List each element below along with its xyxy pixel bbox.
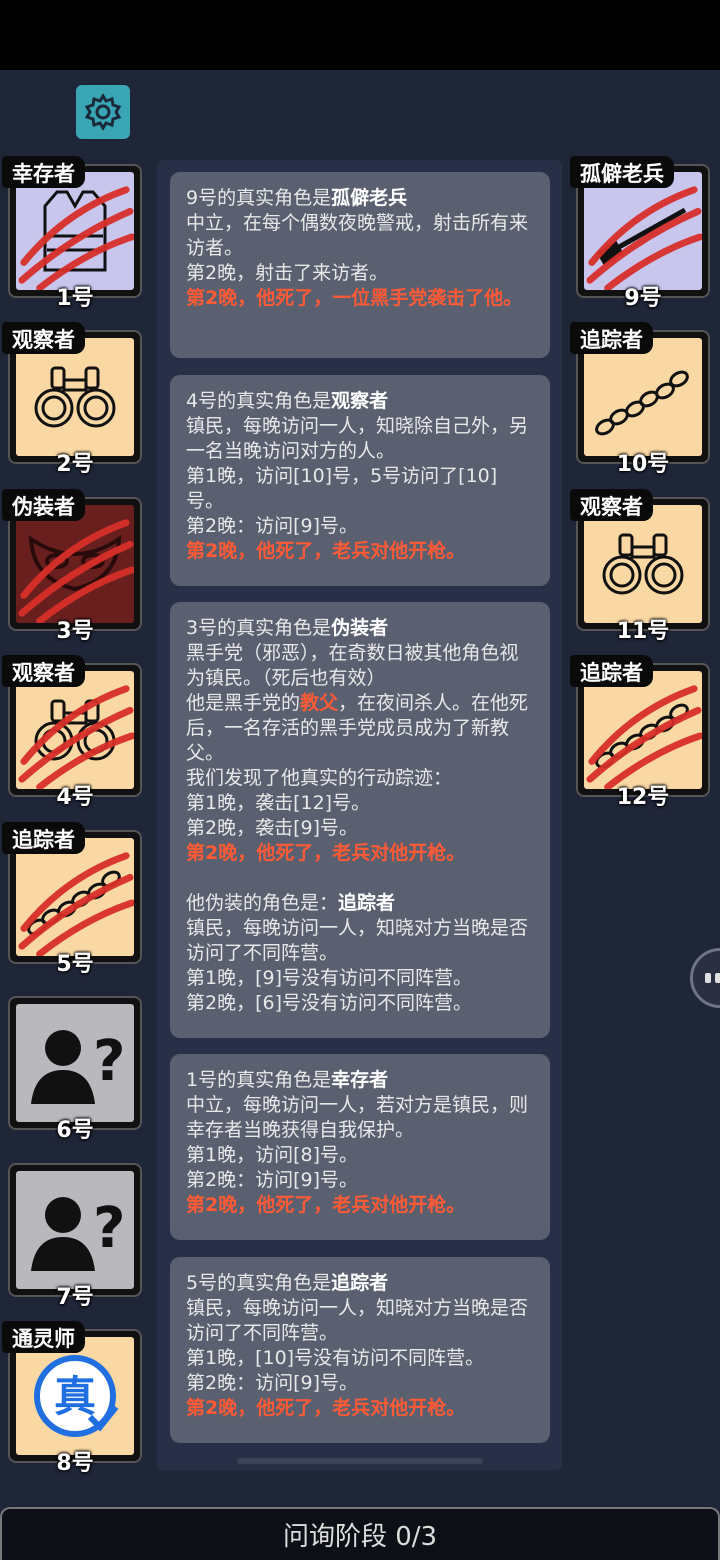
seat-number: 9号 [624, 286, 662, 311]
role-tag: 追踪者 [570, 655, 653, 687]
mask-icon [16, 505, 134, 623]
unknown-person-icon: ? [31, 1196, 123, 1271]
role-tag: 伪装者 [2, 489, 85, 521]
phase-bar: 问询阶段 0/3 [0, 1507, 720, 1560]
seat-number: 5号 [56, 952, 94, 977]
status-bar [0, 0, 720, 70]
player-card-right-1[interactable]: 追踪者 10号 [570, 322, 710, 477]
player-card-right-3[interactable]: 追踪者 12号 [570, 655, 710, 810]
seat-number: 10号 [616, 452, 670, 477]
reveal-message-1: 1号的真实角色是幸存者 中立，每晚访问一人，若对方是镇民，则幸存者当晚获得自我保… [170, 1054, 550, 1240]
card-frame: ? [8, 996, 142, 1130]
seat-number: 12号 [616, 785, 670, 810]
rifle-icon [584, 172, 702, 290]
claw-slash-icon [18, 519, 134, 623]
player-card-left-1[interactable]: 观察者 2号 [2, 322, 142, 477]
reveal-message-3: 3号的真实角色是伪装者 黑手党（邪恶），在奇数日被其他角色视为镇民。（死后也有效… [170, 602, 550, 1038]
player-card-left-2[interactable]: 伪装者 3号 [2, 489, 142, 644]
gear-icon [84, 93, 122, 131]
seat-number: 4号 [56, 785, 94, 810]
claw-slash-icon [586, 685, 702, 789]
role-tag: 追踪者 [570, 322, 653, 354]
player-card-left-4[interactable]: 追踪者 5号 [2, 822, 142, 977]
svg-text:?: ? [93, 1029, 123, 1094]
player-card-right-2[interactable]: 观察者 11号 [570, 489, 710, 644]
unknown-person-icon: ? [16, 1171, 134, 1289]
claw-slash-icon [18, 186, 134, 290]
footprints-icon [584, 338, 702, 456]
player-card-left-6[interactable]: ? 7号 [2, 1163, 142, 1310]
footprints-icon [584, 671, 702, 789]
phase-label: 问询阶段 0/3 [282, 1522, 438, 1552]
role-tag: 观察者 [570, 489, 653, 521]
binoculars-icon [16, 671, 134, 789]
player-card-left-7[interactable]: 真 通灵师 8号 [2, 1321, 142, 1476]
binoculars-icon [602, 533, 684, 595]
unknown-person-icon: ? [16, 1004, 134, 1122]
player-card-left-3[interactable]: 观察者 4号 [2, 655, 142, 810]
svg-text:?: ? [93, 1196, 123, 1261]
card-frame: ? [8, 1163, 142, 1297]
claw-slash-icon [586, 186, 702, 290]
role-tag: 幸存者 [2, 156, 85, 188]
player-card-left-5[interactable]: ? 6号 [2, 996, 142, 1143]
seat-number: 2号 [56, 452, 94, 477]
settings-button[interactable] [76, 85, 130, 139]
footprints-icon [16, 838, 134, 956]
vest-icon [16, 172, 134, 290]
player-card-right-0[interactable]: 孤僻老兵 9号 [570, 156, 710, 311]
seat-number: 7号 [56, 1285, 94, 1310]
role-tag: 通灵师 [2, 1321, 85, 1353]
chat-eye-right [715, 973, 720, 983]
chat-eye-left [705, 973, 711, 983]
seat-number: 6号 [56, 1118, 94, 1143]
unknown-person-icon: ? [31, 1029, 123, 1104]
footprints-icon [595, 370, 689, 436]
reveal-message-5: 5号的真实角色是追踪者 镇民，每晚访问一人，知晓对方当晚是否访问了不同阵营。 第… [170, 1257, 550, 1443]
reveal-message-4: 4号的真实角色是观察者 镇民，每晚访问一人，知晓除自己外，另一名当晚访问对方的人… [170, 375, 550, 586]
claw-slash-icon [18, 852, 134, 956]
chat-bubble-button[interactable] [690, 948, 720, 1008]
player-card-left-0[interactable]: 幸存者 1号 [2, 156, 142, 311]
log-scrollbar[interactable] [237, 1458, 483, 1464]
role-tag: 孤僻老兵 [570, 156, 674, 188]
role-tag: 观察者 [2, 655, 85, 687]
verified-true-badge-icon: 真 [16, 1337, 134, 1455]
role-tag: 追踪者 [2, 822, 85, 854]
svg-text:真: 真 [54, 1372, 96, 1421]
seat-number: 8号 [56, 1451, 94, 1476]
binoculars-icon [584, 505, 702, 623]
reveal-message-9: 9号的真实角色是孤僻老兵 中立，在每个偶数夜晚警戒，射击所有来访者。 第2晚，射… [170, 172, 550, 358]
seat-number: 3号 [56, 619, 94, 644]
binoculars-icon [16, 338, 134, 456]
verified-true-badge-icon: 真 [34, 1355, 119, 1437]
role-tag: 观察者 [2, 322, 85, 354]
claw-slash-icon [18, 685, 134, 789]
seat-number: 1号 [56, 286, 94, 311]
seat-number: 11号 [616, 619, 670, 644]
binoculars-icon [34, 366, 116, 428]
